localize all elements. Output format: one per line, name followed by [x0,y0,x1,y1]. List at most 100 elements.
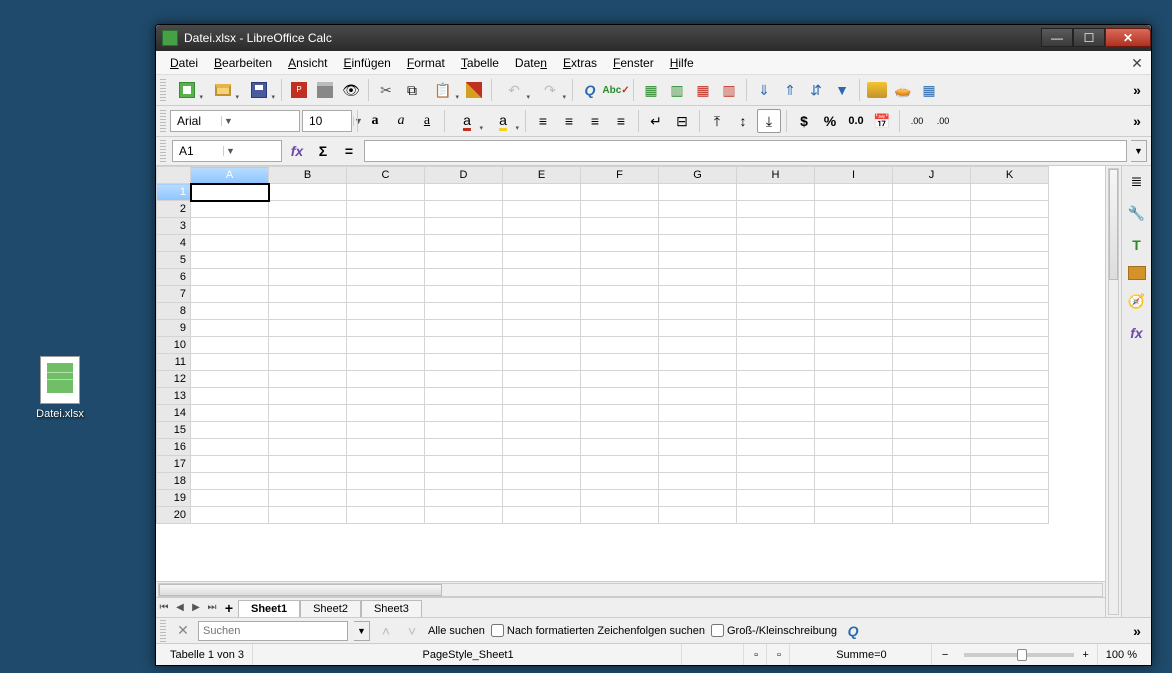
cell[interactable] [815,184,893,201]
sort-desc-button[interactable]: ⇑ [778,78,802,102]
date-button[interactable]: 📅 [870,109,894,133]
cell[interactable] [815,252,893,269]
cell[interactable] [737,337,815,354]
cell[interactable] [659,337,737,354]
align-center-button[interactable]: ≡ [557,109,581,133]
cell[interactable] [191,388,269,405]
cell[interactable] [737,507,815,524]
sort-button[interactable]: ⇵ [804,78,828,102]
cell[interactable] [269,371,347,388]
cell[interactable] [659,269,737,286]
find-replace-icon[interactable]: Q [843,621,863,641]
cell[interactable] [815,371,893,388]
cell[interactable] [659,218,737,235]
cell[interactable] [269,507,347,524]
cell[interactable] [191,235,269,252]
horizontal-scrollbar[interactable] [156,581,1105,597]
cell[interactable] [893,269,971,286]
column-header[interactable]: A [191,167,269,184]
align-justify-button[interactable]: ≡ [609,109,633,133]
cell[interactable] [425,184,503,201]
row-header[interactable]: 7 [157,286,191,303]
cell[interactable] [737,473,815,490]
cell[interactable] [893,235,971,252]
cell[interactable] [581,235,659,252]
cell[interactable] [347,184,425,201]
column-header[interactable]: E [503,167,581,184]
cell[interactable] [425,473,503,490]
cell[interactable] [659,184,737,201]
cell[interactable] [425,269,503,286]
cell[interactable] [191,201,269,218]
cell[interactable] [659,201,737,218]
align-bottom-button[interactable]: ⤓ [757,109,781,133]
row-header[interactable]: 2 [157,201,191,218]
cell[interactable] [659,235,737,252]
cell[interactable] [269,473,347,490]
cell[interactable] [191,405,269,422]
cell[interactable] [659,286,737,303]
cell[interactable] [269,320,347,337]
cell[interactable] [737,320,815,337]
column-header[interactable]: K [971,167,1049,184]
findbar-overflow[interactable]: » [1127,623,1147,639]
cell[interactable] [503,456,581,473]
cell[interactable] [269,439,347,456]
row-header[interactable]: 4 [157,235,191,252]
cell[interactable] [581,371,659,388]
cell[interactable] [737,218,815,235]
row-header[interactable]: 10 [157,337,191,354]
cell[interactable] [347,507,425,524]
menu-fenster[interactable]: Fenster [605,53,662,73]
cell[interactable] [425,490,503,507]
cell[interactable] [269,422,347,439]
cell[interactable] [269,201,347,218]
cell[interactable] [191,286,269,303]
tab-nav-next[interactable]: ▶ [188,602,204,613]
cell[interactable] [659,490,737,507]
cell[interactable] [659,371,737,388]
sort-asc-button[interactable]: ⇓ [752,78,776,102]
cell[interactable] [815,320,893,337]
cell[interactable] [503,405,581,422]
find-prev-button[interactable]: ˄ [376,621,396,641]
cell[interactable] [893,473,971,490]
merge-cells-button[interactable]: ⊟ [670,109,694,133]
cell[interactable] [893,439,971,456]
number-button[interactable]: 0.0 [844,109,868,133]
cell[interactable] [581,388,659,405]
column-header[interactable]: D [425,167,503,184]
cell[interactable] [893,218,971,235]
cell[interactable] [659,405,737,422]
cell[interactable] [425,388,503,405]
cell[interactable] [191,507,269,524]
cell[interactable] [191,490,269,507]
cell[interactable] [347,456,425,473]
cell[interactable] [893,201,971,218]
percent-button[interactable]: % [818,109,842,133]
cell[interactable] [191,337,269,354]
insert-image-button[interactable] [867,82,887,98]
row-header[interactable]: 8 [157,303,191,320]
sheet-tab[interactable]: Sheet1 [238,600,300,617]
cell[interactable] [815,354,893,371]
cell[interactable] [737,286,815,303]
menu-einfuegen[interactable]: Einfügen [335,53,398,73]
cell[interactable] [503,286,581,303]
cell[interactable] [191,456,269,473]
cell[interactable] [191,439,269,456]
function-wizard-button[interactable]: fx [286,140,308,162]
undo-button[interactable]: ↶▾ [497,78,531,102]
row-header[interactable]: 9 [157,320,191,337]
cell[interactable] [815,507,893,524]
cell[interactable] [659,439,737,456]
desktop-file-icon[interactable]: Datei.xlsx [28,356,92,420]
cell[interactable] [737,201,815,218]
insert-chart-button[interactable]: 🥧 [891,78,915,102]
cell[interactable] [971,184,1049,201]
cell[interactable] [503,388,581,405]
column-header[interactable]: C [347,167,425,184]
cell[interactable] [269,303,347,320]
menu-bearbeiten[interactable]: Bearbeiten [206,53,280,73]
cell[interactable] [737,269,815,286]
